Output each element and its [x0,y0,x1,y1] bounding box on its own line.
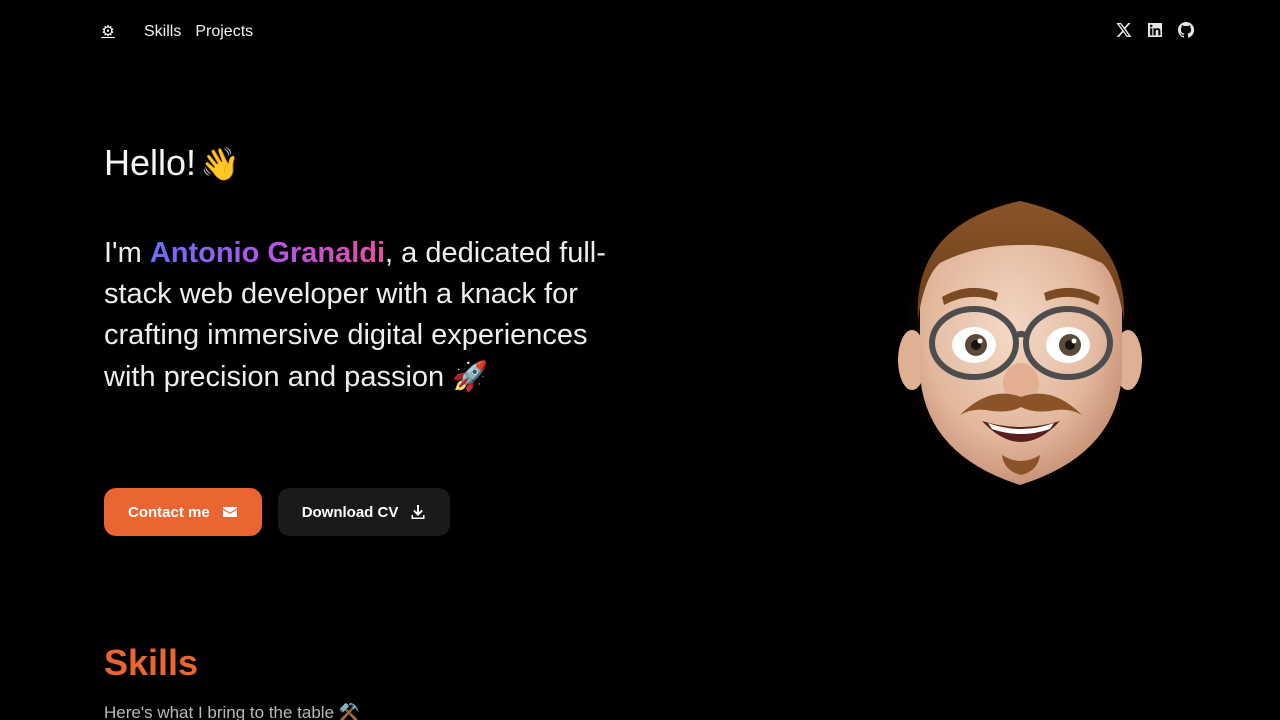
social-links [1116,22,1194,38]
hero-greeting: Hello! 👋 [104,140,240,187]
github-icon[interactable] [1178,22,1194,38]
skills-title: Skills [104,642,199,683]
envelope-icon [222,504,238,520]
page: ⚙ Skills Projects Hello! 👋 I'm Antonio Gr… [0,0,1280,720]
download-cv-label: Download CV [301,503,399,521]
intro-prefix: I'm [104,237,150,269]
skills-subtitle: Here's what I bring to the table ⚒️ [104,702,360,720]
hero-buttons: Contact me Download CV [104,488,451,536]
rocket-icon: 🚀 [452,359,489,393]
skills-subtitle-text: Here's what I bring to the table [104,703,335,720]
nav-link-projects[interactable]: Projects [195,22,253,42]
nav-links: Skills Projects [144,22,253,42]
contact-me-button[interactable]: Contact me [104,488,262,536]
gear-icon[interactable]: ⚙ [100,24,116,40]
top-nav: ⚙ Skills Projects [0,0,1280,64]
download-icon [410,504,426,520]
greeting-text: Hello! [104,142,197,183]
nav-link-skills[interactable]: Skills [144,22,181,42]
x-twitter-icon[interactable] [1116,22,1132,38]
download-cv-button[interactable]: Download CV [277,488,451,536]
memoji-avatar-icon [890,185,1150,495]
developer-name: Antonio Granaldi [149,237,386,269]
hammer-pick-icon: ⚒️ [338,703,360,720]
waving-hand-icon: 👋 [200,145,240,183]
linkedin-icon[interactable] [1147,22,1163,38]
contact-me-label: Contact me [128,503,210,521]
hero-intro: I'm Antonio Granaldi, a dedicated full-s… [104,233,624,398]
